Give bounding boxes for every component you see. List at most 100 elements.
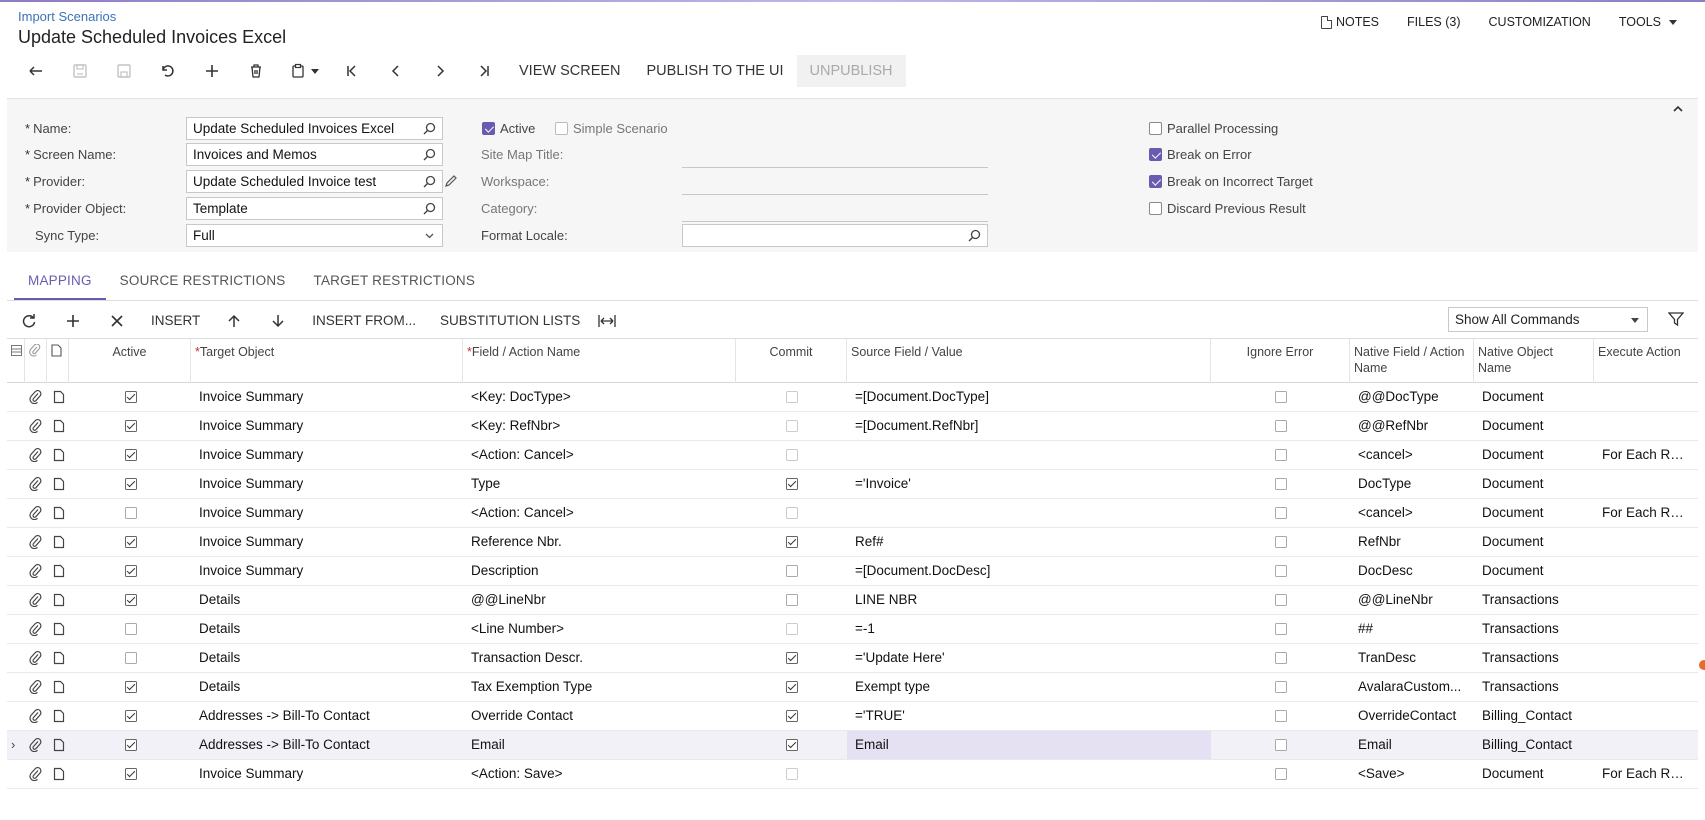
target-object-cell[interactable]: Invoice Summary bbox=[191, 441, 463, 469]
commit-checkbox[interactable] bbox=[786, 420, 798, 432]
target-object-cell[interactable]: Invoice Summary bbox=[191, 528, 463, 556]
view-screen-button[interactable]: VIEW SCREEN bbox=[506, 55, 634, 87]
paperclip-icon[interactable] bbox=[29, 564, 43, 578]
field-action-cell[interactable]: <Action: Cancel> bbox=[463, 499, 736, 527]
field-action-cell[interactable]: Tax Exemption Type bbox=[463, 673, 736, 701]
active-checkbox[interactable] bbox=[125, 768, 137, 780]
field-action-cell[interactable]: <Action: Cancel> bbox=[463, 441, 736, 469]
source-field-cell[interactable]: Exempt type bbox=[847, 673, 1211, 701]
sync-type-select[interactable]: Full bbox=[186, 224, 443, 247]
commit-checkbox[interactable] bbox=[786, 623, 798, 635]
table-row[interactable]: Details @@LineNbr LINE NBR @@LineNbr Transac… bbox=[7, 586, 1698, 615]
commit-column-header[interactable]: Commit bbox=[736, 339, 847, 383]
table-row[interactable]: Details Tax Exemption Type Exempt type Aval… bbox=[7, 673, 1698, 702]
commit-checkbox[interactable] bbox=[786, 536, 798, 548]
commit-checkbox[interactable] bbox=[786, 478, 798, 490]
name-field[interactable]: Update Scheduled Invoices Excel bbox=[186, 117, 443, 140]
tools-menu-button[interactable]: TOOLS bbox=[1605, 13, 1691, 31]
execute-action-cell[interactable] bbox=[1594, 383, 1698, 411]
source-field-cell[interactable]: ='TRUE' bbox=[847, 702, 1211, 730]
note-icon[interactable] bbox=[52, 564, 66, 578]
ignore-error-column-header[interactable]: Ignore Error bbox=[1211, 339, 1350, 383]
table-row[interactable]: Details <Line Number> =-1 ## Transactions bbox=[7, 615, 1698, 644]
active-checkbox[interactable] bbox=[125, 478, 137, 490]
ignore-error-checkbox[interactable] bbox=[1275, 739, 1287, 751]
format-locale-field[interactable] bbox=[682, 224, 988, 247]
search-icon[interactable] bbox=[423, 202, 436, 215]
execute-action-cell[interactable]: For Each Rec... bbox=[1594, 499, 1698, 527]
source-field-cell[interactable]: =[Document.DocType] bbox=[847, 383, 1211, 411]
note-icon[interactable] bbox=[52, 535, 66, 549]
field-action-cell[interactable]: <Action: Save> bbox=[463, 760, 736, 788]
execute-action-cell[interactable] bbox=[1594, 470, 1698, 498]
publish-button[interactable]: PUBLISH TO THE UI bbox=[634, 55, 797, 87]
table-row[interactable]: Invoice Summary <Action: Cancel> <cancel> D… bbox=[7, 499, 1698, 528]
paperclip-icon[interactable] bbox=[29, 535, 43, 549]
table-row[interactable]: Details Transaction Descr. ='Update Here' T… bbox=[7, 644, 1698, 673]
paperclip-icon[interactable] bbox=[29, 680, 43, 694]
execute-action-cell[interactable] bbox=[1594, 586, 1698, 614]
ignore-error-checkbox[interactable] bbox=[1275, 507, 1287, 519]
filter-icon[interactable] bbox=[1668, 311, 1684, 327]
ignore-error-checkbox[interactable] bbox=[1275, 710, 1287, 722]
field-action-cell[interactable]: <Key: DocType> bbox=[463, 383, 736, 411]
source-field-cell[interactable]: ='Invoice' bbox=[847, 470, 1211, 498]
ignore-error-checkbox[interactable] bbox=[1275, 420, 1287, 432]
target-object-cell[interactable]: Details bbox=[191, 615, 463, 643]
break-on-incorrect-target-checkbox[interactable] bbox=[1149, 175, 1162, 188]
ignore-error-checkbox[interactable] bbox=[1275, 681, 1287, 693]
previous-record-button[interactable] bbox=[374, 55, 418, 87]
field-action-cell[interactable]: Description bbox=[463, 557, 736, 585]
ignore-error-checkbox[interactable] bbox=[1275, 594, 1287, 606]
cancel-changes-button[interactable] bbox=[146, 55, 190, 87]
customization-button[interactable]: CUSTOMIZATION bbox=[1475, 13, 1605, 31]
target-object-cell[interactable]: Invoice Summary bbox=[191, 412, 463, 440]
move-down-button[interactable] bbox=[256, 304, 300, 338]
table-row[interactable]: Invoice Summary Type ='Invoice' DocType Docu… bbox=[7, 470, 1698, 499]
field-action-cell[interactable]: Override Contact bbox=[463, 702, 736, 730]
active-column-header[interactable]: Active bbox=[69, 339, 191, 383]
search-icon[interactable] bbox=[423, 122, 436, 135]
active-checkbox[interactable] bbox=[482, 122, 495, 135]
execute-action-cell[interactable]: For Each Rec... bbox=[1594, 441, 1698, 469]
move-up-button[interactable] bbox=[212, 304, 256, 338]
note-icon[interactable] bbox=[52, 390, 66, 404]
search-icon[interactable] bbox=[423, 148, 436, 161]
execute-action-cell[interactable] bbox=[1594, 731, 1698, 759]
commit-checkbox[interactable] bbox=[786, 565, 798, 577]
active-checkbox[interactable] bbox=[125, 565, 137, 577]
active-checkbox[interactable] bbox=[125, 449, 137, 461]
first-record-button[interactable] bbox=[330, 55, 374, 87]
execute-action-cell[interactable] bbox=[1594, 412, 1698, 440]
commit-checkbox[interactable] bbox=[786, 652, 798, 664]
save-close-button[interactable] bbox=[58, 55, 102, 87]
execute-action-cell[interactable]: For Each Rec... bbox=[1594, 760, 1698, 788]
execute-action-cell[interactable] bbox=[1594, 615, 1698, 643]
delete-row-button[interactable] bbox=[95, 304, 139, 338]
parallel-processing-checkbox[interactable] bbox=[1149, 122, 1162, 135]
paperclip-icon[interactable] bbox=[29, 767, 43, 781]
paperclip-icon[interactable] bbox=[29, 390, 43, 404]
copy-paste-menu-button[interactable] bbox=[278, 55, 330, 87]
commit-checkbox[interactable] bbox=[786, 507, 798, 519]
insert-button[interactable]: INSERT bbox=[139, 304, 212, 338]
source-field-cell[interactable]: =-1 bbox=[847, 615, 1211, 643]
paperclip-icon[interactable] bbox=[29, 622, 43, 636]
ignore-error-checkbox[interactable] bbox=[1275, 391, 1287, 403]
field-action-column-header[interactable]: *Field / Action Name bbox=[463, 339, 736, 383]
paperclip-icon[interactable] bbox=[29, 738, 43, 752]
target-object-cell[interactable]: Addresses -> Bill-To Contact bbox=[191, 702, 463, 730]
ignore-error-checkbox[interactable] bbox=[1275, 449, 1287, 461]
provider-object-field[interactable]: Template bbox=[186, 197, 443, 220]
ignore-error-checkbox[interactable] bbox=[1275, 478, 1287, 490]
source-field-cell[interactable] bbox=[847, 499, 1211, 527]
note-icon[interactable] bbox=[52, 680, 66, 694]
commit-checkbox[interactable] bbox=[786, 739, 798, 751]
last-record-button[interactable] bbox=[462, 55, 506, 87]
execute-action-cell[interactable] bbox=[1594, 528, 1698, 556]
target-object-cell[interactable]: Details bbox=[191, 644, 463, 672]
breadcrumb[interactable]: Import Scenarios bbox=[18, 9, 116, 24]
source-field-cell[interactable] bbox=[847, 441, 1211, 469]
execute-action-column-header[interactable]: Execute Action bbox=[1594, 339, 1698, 383]
paperclip-icon[interactable] bbox=[29, 651, 43, 665]
